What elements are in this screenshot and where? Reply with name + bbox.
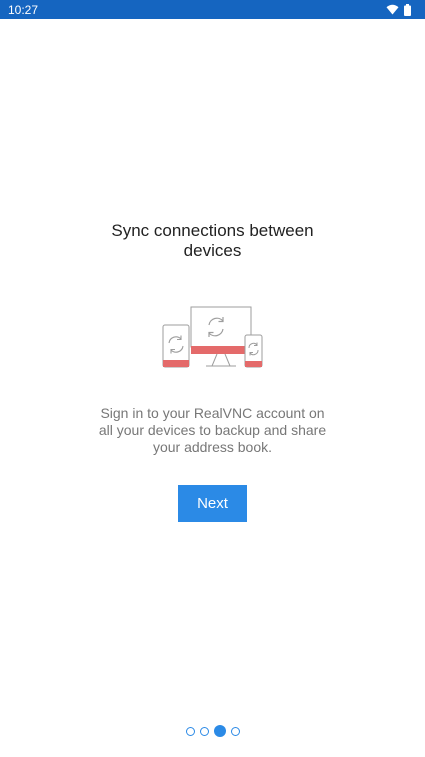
- page-dot[interactable]: [230, 726, 240, 736]
- battery-icon: [404, 3, 411, 16]
- page-dot[interactable]: [199, 726, 209, 736]
- status-icons: [386, 3, 411, 16]
- page-dot[interactable]: [185, 726, 195, 736]
- page-title: Sync connections between devices: [111, 221, 314, 260]
- wifi-icon: [386, 4, 399, 15]
- sync-devices-illustration: [162, 305, 264, 369]
- description-text: Sign in to your RealVNC account on all y…: [98, 405, 327, 455]
- status-time: 10:27: [8, 2, 39, 17]
- status-bar: 10:27: [0, 0, 425, 19]
- page-indicator: [0, 724, 425, 738]
- page-dot-active[interactable]: [213, 725, 226, 737]
- next-button[interactable]: Next: [178, 485, 247, 522]
